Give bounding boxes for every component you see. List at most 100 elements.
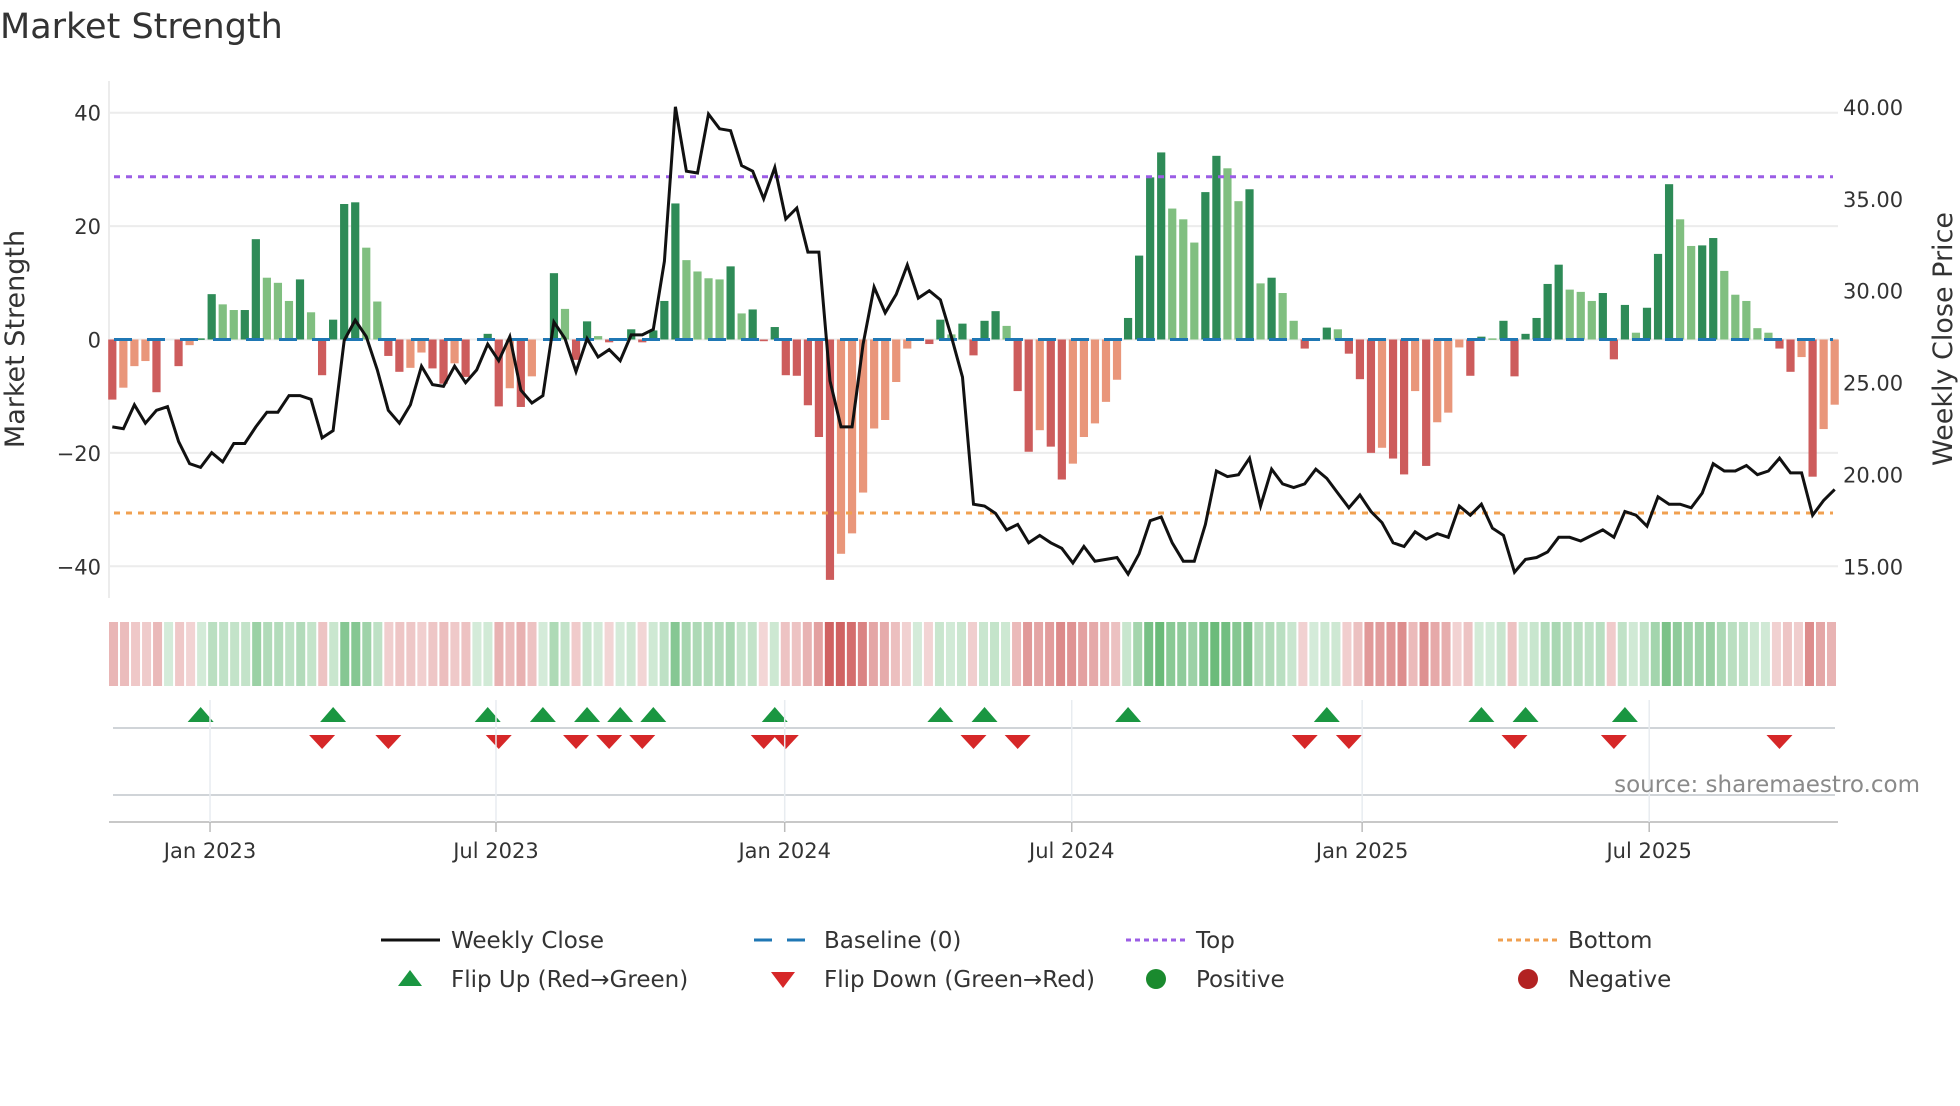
flip-down-marker — [375, 735, 402, 749]
heat-cell — [1287, 622, 1297, 686]
negative-bar — [152, 339, 161, 393]
heat-cell — [461, 622, 471, 686]
flip-up-marker — [1468, 707, 1495, 722]
flip-up-marker — [1611, 707, 1638, 722]
heat-cell — [736, 622, 746, 686]
flip-up-marker — [971, 707, 998, 722]
heat-cell — [1133, 622, 1143, 686]
heat-cell — [1540, 622, 1550, 686]
heat-cell — [1738, 622, 1748, 686]
positive-bar — [295, 279, 305, 340]
positive-bar — [1642, 307, 1652, 340]
circle-positive-icon — [1146, 969, 1166, 989]
heat-cell — [1749, 622, 1759, 686]
heat-cell — [1056, 622, 1066, 686]
heat-cell — [527, 622, 537, 686]
flip-down-marker — [1600, 735, 1627, 749]
heat-cell — [1463, 622, 1473, 686]
positive-bar — [1499, 320, 1508, 340]
negative-bar — [450, 339, 459, 364]
heat-cell — [1606, 622, 1616, 686]
heat-cell — [142, 622, 152, 686]
positive-bar — [1720, 270, 1729, 340]
heat-cell — [296, 622, 306, 686]
heat-cell — [560, 622, 570, 686]
heat-cell — [472, 622, 482, 686]
negative-bar — [1068, 339, 1077, 464]
negative-bar — [1112, 339, 1122, 380]
positive-bar — [693, 271, 702, 340]
heat-cell — [780, 622, 790, 686]
flip-up-marker — [320, 707, 347, 722]
heat-cell — [1419, 622, 1429, 686]
negative-bar — [417, 339, 426, 353]
circle-negative-icon — [1518, 969, 1538, 989]
heat-cell — [1518, 622, 1528, 686]
flip-down-marker — [309, 735, 336, 749]
heat-cell — [1375, 622, 1385, 686]
heat-cell — [1705, 622, 1715, 686]
positive-bar — [207, 294, 216, 340]
heat-cell — [857, 622, 867, 686]
x-axis-ticks: Jan 2023 Jul 2023 Jan 2024 Jul 2024 Jan 2025… — [162, 700, 1692, 863]
heat-cell — [208, 622, 218, 686]
heat-cell — [131, 622, 141, 686]
strength-bars — [108, 152, 1839, 580]
y-tick-label: 0 — [88, 329, 101, 353]
positive-bar — [218, 304, 227, 340]
heat-cell — [494, 622, 504, 686]
heat-cell — [1331, 622, 1341, 686]
negative-bar — [130, 339, 139, 367]
positive-bar — [1289, 320, 1298, 340]
heat-cell — [1309, 622, 1319, 686]
x-tick-label: Jul 2025 — [1604, 839, 1691, 863]
heat-cell — [1298, 622, 1308, 686]
heat-cell — [318, 622, 328, 686]
heat-cell — [1034, 622, 1044, 686]
heat-cell — [483, 622, 493, 686]
heat-cell — [1793, 622, 1803, 686]
legend-label: Negative — [1568, 967, 1671, 993]
heat-cell — [439, 622, 449, 686]
negative-bar — [1366, 339, 1376, 453]
flip-up-marker — [529, 707, 556, 722]
heat-cell — [813, 622, 823, 686]
negative-bar — [1035, 339, 1044, 431]
positive-bar — [306, 312, 316, 340]
y2-axis-title: Weekly Close Price — [1928, 212, 1959, 466]
heat-cell — [1210, 622, 1220, 686]
legend-label: Weekly Close — [451, 928, 604, 954]
heat-cell — [428, 622, 438, 686]
heat-cell — [1243, 622, 1253, 686]
positive-bar — [1146, 177, 1155, 340]
heat-cell — [703, 622, 713, 686]
x-tick-label: Jul 2024 — [1027, 839, 1114, 863]
negative-bar — [925, 339, 934, 345]
positive-bar — [362, 247, 371, 340]
positive-bar — [1620, 304, 1630, 340]
triangle-up-icon — [398, 970, 422, 986]
heat-cell — [593, 622, 603, 686]
flip-up-marker — [574, 707, 601, 722]
heat-cell — [1353, 622, 1363, 686]
negative-bar — [1090, 339, 1100, 424]
heat-cell — [1364, 622, 1374, 686]
legend-label: Baseline (0) — [824, 928, 961, 954]
heat-cell — [912, 622, 922, 686]
positive-bar — [229, 310, 238, 340]
negative-bar — [395, 339, 404, 372]
x-tick-label: Jan 2023 — [162, 839, 257, 863]
heat-cell — [1397, 622, 1407, 686]
heat-cell — [1672, 622, 1682, 686]
heat-cell — [824, 622, 834, 686]
heat-cell — [1782, 622, 1792, 686]
heat-cell — [802, 622, 812, 686]
positive-bar — [373, 301, 382, 340]
positive-bar — [1709, 238, 1718, 340]
negative-bar — [1344, 339, 1353, 354]
positive-bar — [1676, 219, 1685, 340]
heat-cell — [979, 622, 989, 686]
positive-bar — [980, 320, 989, 340]
heat-cell — [307, 622, 317, 686]
heat-cell — [395, 622, 405, 686]
